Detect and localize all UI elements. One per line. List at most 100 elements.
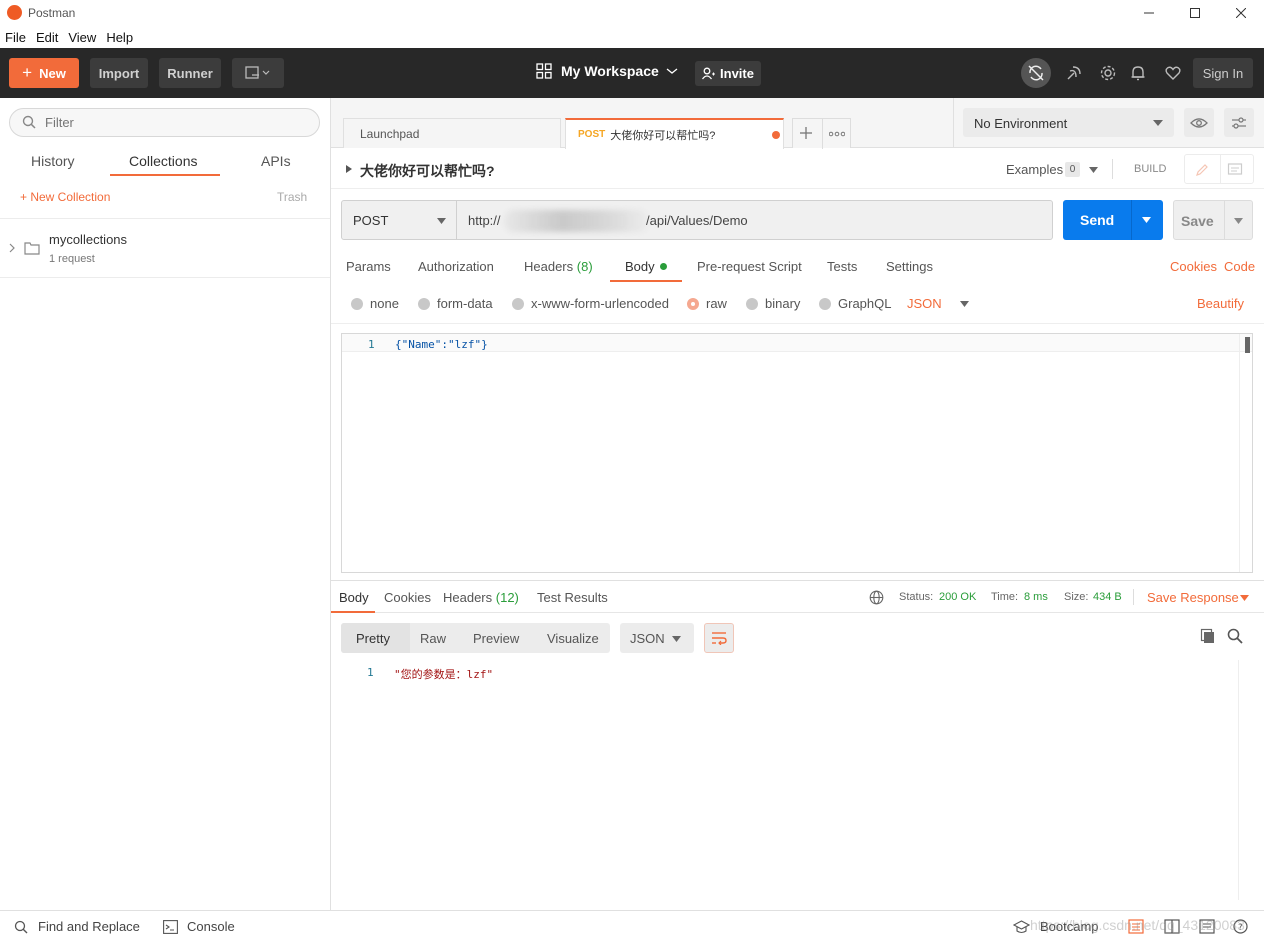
find-replace-button[interactable]: Find and Replace: [14, 919, 140, 934]
response-tab-body[interactable]: Body: [339, 590, 369, 605]
menu-edit[interactable]: Edit: [36, 30, 58, 45]
tab-headers[interactable]: Headers (8): [524, 259, 593, 274]
filter-input[interactable]: [45, 115, 305, 130]
body-type-binary[interactable]: binary: [746, 296, 800, 311]
request-name-row: 大佬你好可以帮忙吗? Examples 0 BUILD: [331, 149, 1264, 189]
sidebar: History Collections APIs + New Collectio…: [0, 98, 331, 910]
line-number: 1: [367, 666, 374, 679]
request-title[interactable]: 大佬你好可以帮忙吗?: [360, 161, 495, 181]
console-button[interactable]: Console: [163, 919, 235, 934]
status-label: Status:: [899, 591, 934, 603]
tab-body[interactable]: Body: [625, 259, 667, 274]
tab-params[interactable]: Params: [346, 259, 391, 274]
cookies-link[interactable]: Cookies: [1170, 259, 1217, 274]
tab-history[interactable]: History: [31, 153, 75, 169]
wrap-lines-button[interactable]: [704, 623, 734, 653]
trash-button[interactable]: Trash: [277, 190, 307, 204]
method-select[interactable]: POST: [341, 200, 457, 240]
body-type-none[interactable]: none: [351, 296, 399, 311]
url-path: /api/Values/Demo: [646, 213, 748, 228]
body-type-form-data[interactable]: form-data: [418, 296, 493, 311]
new-button[interactable]: + New: [9, 58, 79, 88]
editor-scrollbar[interactable]: [1245, 337, 1250, 353]
tab-apis[interactable]: APIs: [261, 153, 291, 169]
settings-button[interactable]: [1096, 61, 1120, 85]
new-collection-button[interactable]: + New Collection: [20, 190, 110, 204]
response-view-modes: Pretty Raw Preview Visualize: [341, 623, 610, 653]
search-response-button[interactable]: [1227, 628, 1243, 644]
body-type-raw[interactable]: raw: [687, 296, 727, 311]
unsaved-dot: [772, 131, 780, 139]
tab-options-button[interactable]: [829, 131, 845, 137]
tab-authorization[interactable]: Authorization: [418, 259, 494, 274]
save-button[interactable]: Save: [1173, 200, 1253, 240]
new-tab-button[interactable]: [799, 126, 813, 140]
body-format-select[interactable]: JSON: [907, 296, 969, 311]
response-tab-cookies[interactable]: Cookies: [384, 590, 431, 605]
response-format-select[interactable]: JSON: [620, 623, 694, 653]
tab-prerequest-script[interactable]: Pre-request Script: [697, 259, 802, 274]
window-title: Postman: [28, 6, 76, 20]
view-mode-preview[interactable]: Preview: [473, 631, 519, 646]
edit-mode-button[interactable]: [1194, 162, 1210, 178]
response-tab-test-results[interactable]: Test Results: [537, 590, 608, 605]
new-window-button[interactable]: [232, 58, 284, 88]
environment-selector[interactable]: No Environment: [963, 108, 1174, 137]
send-button[interactable]: Send: [1063, 200, 1163, 240]
pencil-icon: [1196, 164, 1208, 176]
beautify-button[interactable]: Beautify: [1197, 296, 1244, 311]
sign-in-label: Sign In: [1202, 65, 1244, 81]
interceptor-button[interactable]: [1062, 61, 1086, 85]
examples-dropdown[interactable]: Examples: [1006, 162, 1063, 177]
tab-request-active[interactable]: POST 大佬你好可以帮忙吗?: [565, 118, 784, 149]
import-button[interactable]: Import: [90, 58, 148, 88]
code-link[interactable]: Code: [1224, 259, 1255, 274]
collection-item[interactable]: mycollections 1 request: [0, 218, 330, 278]
maximize-button[interactable]: [1172, 0, 1218, 26]
menu-help[interactable]: Help: [106, 30, 133, 45]
response-body-viewer[interactable]: 1 "您的参数是：lzf": [331, 660, 1264, 910]
filter-box[interactable]: [9, 108, 320, 137]
copy-button[interactable]: [1200, 628, 1216, 644]
tab-collections[interactable]: Collections: [129, 153, 197, 169]
console-label: Console: [187, 919, 235, 934]
divider: [331, 323, 1264, 324]
view-mode-raw[interactable]: Raw: [420, 631, 446, 646]
menu-view[interactable]: View: [68, 30, 96, 45]
menu-bar: File Edit View Help: [0, 26, 1264, 48]
favorites-button[interactable]: [1161, 61, 1185, 85]
body-indicator-dot: [659, 263, 667, 270]
minimize-button[interactable]: [1126, 0, 1172, 26]
tab-launchpad-label: Launchpad: [360, 126, 420, 141]
folder-icon: [24, 242, 40, 255]
url-input[interactable]: http:// /api/Values/Demo: [456, 200, 1053, 240]
comments-button[interactable]: [1227, 162, 1243, 178]
view-mode-visualize[interactable]: Visualize: [547, 631, 599, 646]
body-type-graphql[interactable]: GraphQL: [819, 296, 891, 311]
response-tab-headers[interactable]: Headers (12): [443, 590, 519, 605]
sync-button[interactable]: [1021, 58, 1051, 88]
time-label: Time:: [991, 591, 1019, 603]
active-tab-indicator: [610, 280, 682, 282]
radio-label: form-data: [437, 296, 493, 311]
tab-settings[interactable]: Settings: [886, 259, 933, 274]
chevron-right-icon: [9, 243, 15, 253]
invite-button[interactable]: Invite: [695, 61, 761, 86]
sign-in-button[interactable]: Sign In: [1193, 58, 1253, 88]
tab-launchpad[interactable]: Launchpad: [343, 118, 561, 148]
radio-label: none: [370, 296, 399, 311]
save-response-button[interactable]: Save Response: [1147, 590, 1239, 605]
request-body-editor[interactable]: 1 {"Name":"lzf"}: [341, 333, 1253, 573]
environment-quick-look-button[interactable]: [1184, 108, 1214, 137]
notifications-button[interactable]: [1126, 61, 1150, 85]
body-type-urlencoded[interactable]: x-www-form-urlencoded: [512, 296, 669, 311]
tab-tests[interactable]: Tests: [827, 259, 857, 274]
menu-file[interactable]: File: [5, 30, 26, 45]
workspace-selector[interactable]: My Workspace: [536, 63, 678, 79]
runner-button[interactable]: Runner: [159, 58, 221, 88]
manage-environments-button[interactable]: [1224, 108, 1254, 137]
view-mode-pretty[interactable]: Pretty: [356, 631, 390, 646]
caret-down-icon: [437, 218, 446, 224]
close-window-button[interactable]: [1218, 0, 1264, 26]
environment-bar: No Environment: [953, 98, 1264, 148]
